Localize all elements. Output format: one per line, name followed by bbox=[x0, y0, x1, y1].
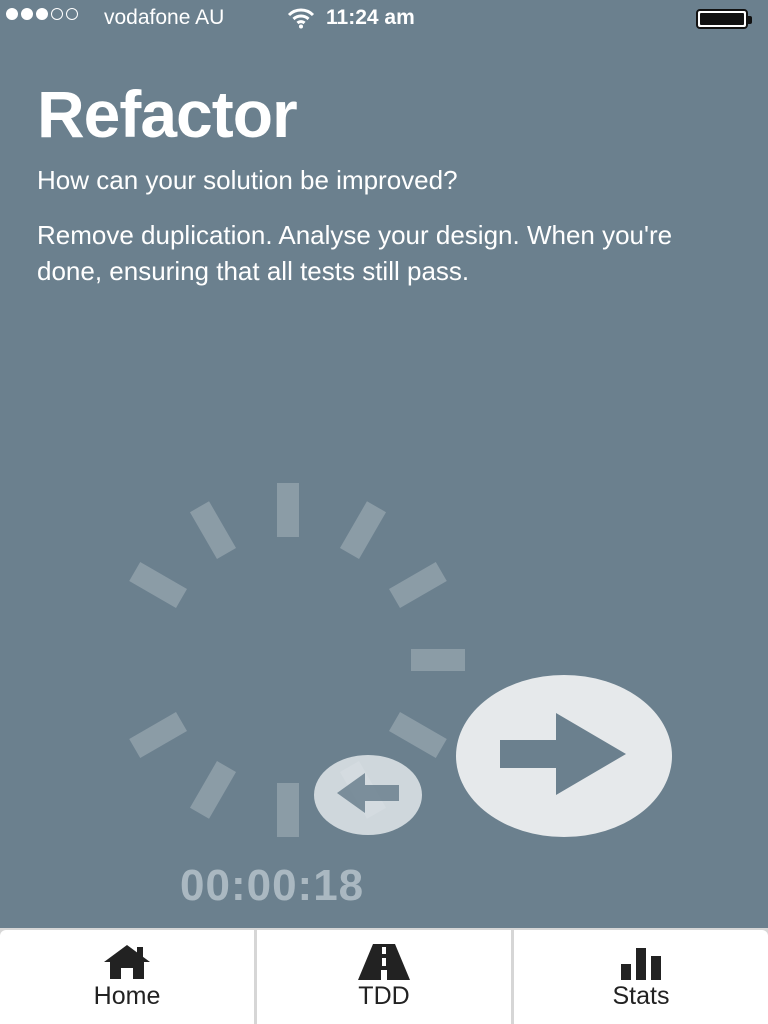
next-step-button[interactable] bbox=[456, 675, 672, 837]
tab-stats[interactable]: Stats bbox=[514, 930, 768, 1024]
status-bar: vodafone AU 11:24 am bbox=[0, 0, 768, 36]
dial-tick bbox=[129, 711, 187, 759]
dial-tick bbox=[189, 501, 237, 559]
dial-tick bbox=[389, 561, 447, 609]
battery-icon bbox=[696, 9, 752, 29]
progress-dial bbox=[129, 483, 465, 837]
tab-home[interactable]: Home bbox=[0, 930, 254, 1024]
dial-tick bbox=[277, 483, 299, 537]
back-button[interactable] bbox=[314, 755, 422, 835]
home-icon bbox=[103, 942, 151, 980]
dial-tick bbox=[189, 761, 237, 819]
dial-tick bbox=[129, 561, 187, 609]
signal-strength-icon bbox=[6, 8, 78, 20]
dial-tick bbox=[339, 501, 387, 559]
wifi-icon bbox=[287, 7, 315, 35]
dial-tick bbox=[411, 649, 465, 671]
dial-tick bbox=[389, 711, 447, 759]
dial-tick bbox=[277, 783, 299, 837]
page-subtitle: How can your solution be improved? bbox=[37, 165, 458, 195]
status-time: 11:24 am bbox=[326, 6, 415, 29]
page-title: Refactor bbox=[37, 77, 298, 151]
tab-stats-label: Stats bbox=[612, 982, 670, 1010]
tab-tdd-label: TDD bbox=[358, 982, 410, 1010]
arrow-left-icon bbox=[335, 770, 401, 821]
tab-tdd[interactable]: TDD bbox=[257, 930, 511, 1024]
tab-bar: Home TDD Stats bbox=[0, 928, 768, 1024]
road-icon bbox=[357, 942, 411, 980]
carrier-name: vodafone AU bbox=[104, 6, 225, 29]
arrow-right-icon bbox=[500, 712, 628, 800]
page-description: Remove duplication. Analyse your design.… bbox=[37, 220, 673, 286]
tab-home-label: Home bbox=[93, 982, 161, 1010]
elapsed-timer: 00:00:18 bbox=[180, 861, 365, 910]
bar-chart-icon bbox=[619, 942, 663, 980]
